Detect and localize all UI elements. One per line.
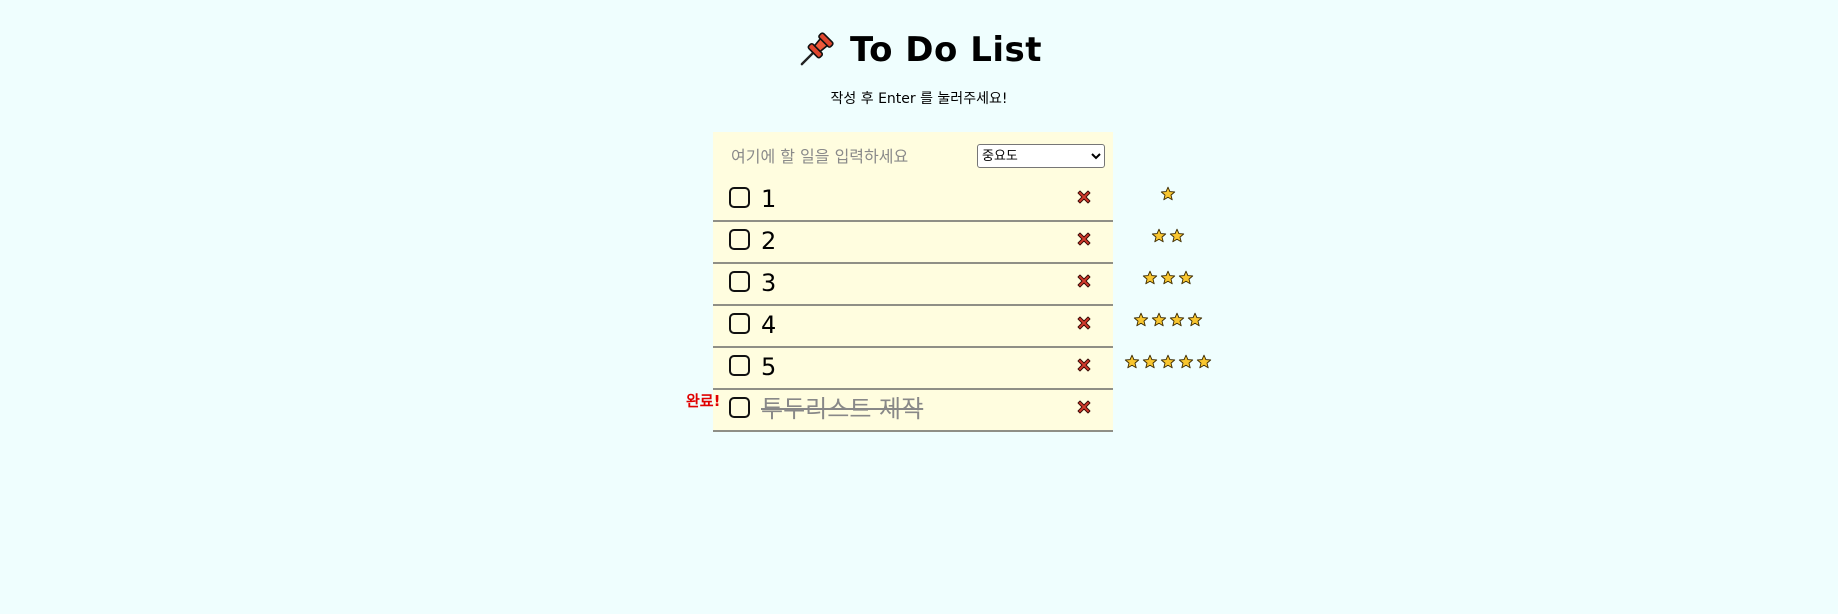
instruction-text: 작성 후 Enter 를 눌러주세요! bbox=[830, 91, 1008, 107]
todo-checkbox[interactable] bbox=[729, 229, 750, 250]
todo-panel: 중요도 1 2 3 4 5 투두리스트 제작 bbox=[713, 132, 1212, 432]
star-icon bbox=[1169, 312, 1185, 327]
cross-mark-icon[interactable] bbox=[1075, 314, 1093, 332]
todo-text: 3 bbox=[761, 269, 777, 297]
star-icon bbox=[1196, 354, 1212, 369]
todo-checkbox[interactable] bbox=[729, 187, 750, 208]
todo-text: 2 bbox=[761, 227, 777, 255]
todo-item: 투두리스트 제작 bbox=[713, 390, 1113, 432]
priority-stars bbox=[1113, 312, 1223, 328]
priority-select[interactable]: 중요도 bbox=[977, 144, 1105, 168]
todo-text: 1 bbox=[761, 185, 777, 213]
priority-stars bbox=[1113, 228, 1223, 244]
priority-stars bbox=[1113, 186, 1223, 202]
todo-item: 3 bbox=[713, 264, 1194, 306]
page-header: To Do List bbox=[0, 26, 1838, 74]
todo-item: 4 bbox=[713, 306, 1203, 348]
star-icon bbox=[1142, 354, 1158, 369]
star-icon bbox=[1133, 312, 1149, 327]
cross-mark-icon[interactable] bbox=[1075, 188, 1093, 206]
priority-stars bbox=[1113, 354, 1223, 370]
todo-checkbox[interactable] bbox=[729, 313, 750, 334]
star-icon bbox=[1142, 270, 1158, 285]
todo-list: 1 2 3 4 5 투두리스트 제작 bbox=[713, 180, 1212, 432]
cross-mark-icon[interactable] bbox=[1075, 272, 1093, 290]
todo-item: 1 bbox=[713, 180, 1176, 222]
star-icon bbox=[1160, 186, 1176, 201]
todo-item: 2 bbox=[713, 222, 1185, 264]
input-row: 중요도 bbox=[713, 132, 1113, 180]
todo-text: 5 bbox=[761, 353, 777, 381]
cross-mark-icon[interactable] bbox=[1075, 356, 1093, 374]
page-title: To Do List bbox=[796, 26, 1042, 74]
star-icon bbox=[1160, 354, 1176, 369]
todo-checkbox[interactable] bbox=[729, 397, 750, 418]
star-icon bbox=[1160, 270, 1176, 285]
star-icon bbox=[1124, 354, 1140, 369]
priority-stars bbox=[1113, 270, 1223, 286]
todo-checkbox[interactable] bbox=[729, 271, 750, 292]
todo-text: 4 bbox=[761, 311, 777, 339]
star-icon bbox=[1169, 228, 1185, 243]
star-icon bbox=[1178, 354, 1194, 369]
cross-mark-icon[interactable] bbox=[1075, 230, 1093, 248]
title-text: To Do List bbox=[849, 30, 1043, 70]
star-icon bbox=[1151, 228, 1167, 243]
todo-item: 5 bbox=[713, 348, 1212, 390]
star-icon bbox=[1178, 270, 1194, 285]
pushpin-icon bbox=[800, 32, 834, 66]
cross-mark-icon[interactable] bbox=[1075, 398, 1093, 416]
done-label: 완료! bbox=[686, 392, 721, 410]
star-icon bbox=[1151, 312, 1167, 327]
todo-checkbox[interactable] bbox=[729, 355, 750, 376]
star-icon bbox=[1187, 312, 1203, 327]
todo-text: 투두리스트 제작 bbox=[761, 395, 924, 423]
todo-input[interactable] bbox=[729, 145, 963, 167]
